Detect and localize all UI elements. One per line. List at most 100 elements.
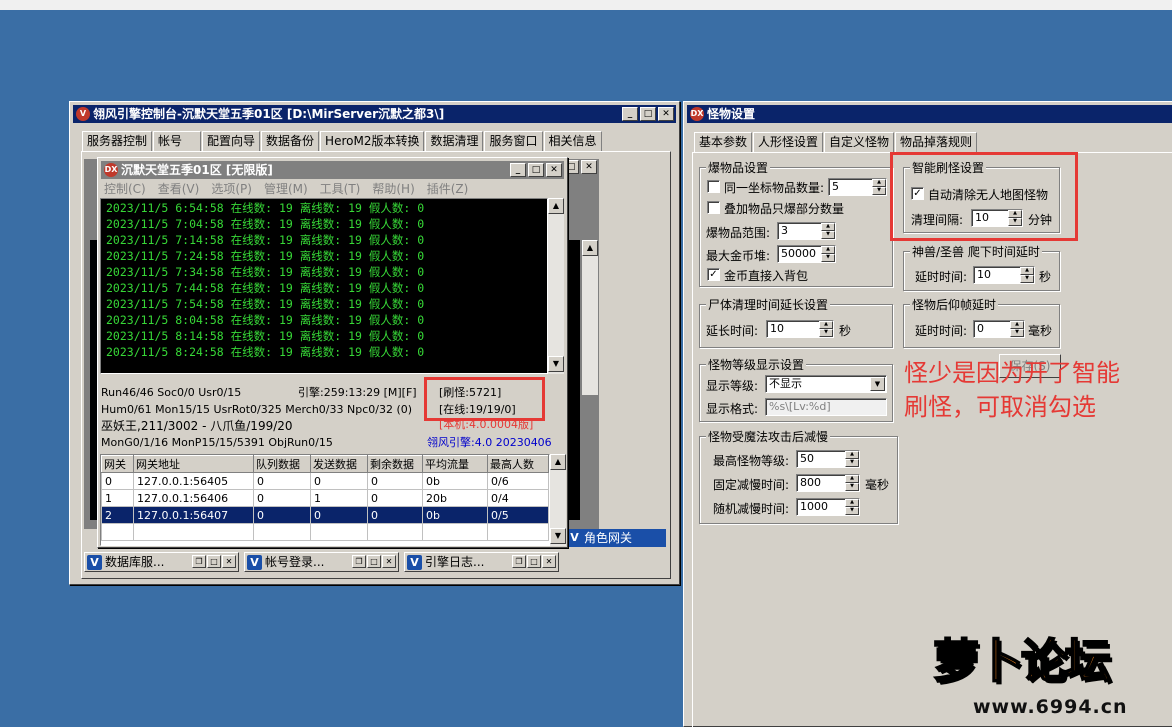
cell: 0b: [422, 506, 488, 524]
spinner[interactable]: ▲ ▼: [845, 451, 859, 467]
server-window-title: 沉默天堂五季01区 [无限版]: [121, 163, 273, 177]
tab-data-backup[interactable]: 数据备份: [261, 131, 320, 151]
scroll-down-arrow[interactable]: ▼: [550, 528, 566, 544]
table-scrollbar[interactable]: ▲ ▼: [550, 454, 566, 546]
scroll-up-arrow[interactable]: ▲: [548, 198, 564, 214]
same-coord-input[interactable]: 5 ▲ ▼: [828, 178, 887, 196]
gold-to-bag-checkbox[interactable]: ✓: [707, 268, 720, 281]
restore-icon[interactable]: ❐: [512, 555, 526, 568]
menu-control[interactable]: 控制(C): [104, 180, 146, 197]
maximize-button[interactable]: □: [640, 107, 656, 121]
table-row[interactable]: 1 127.0.0.1:56406 0 1 0 20b 0/4: [101, 489, 549, 507]
restore-icon[interactable]: ❐: [352, 555, 366, 568]
menu-tools[interactable]: 工具(T): [320, 180, 361, 197]
table-row-empty: [101, 523, 549, 541]
col-sent[interactable]: 发送数据: [310, 455, 368, 473]
col-remaining[interactable]: 剩余数据: [367, 455, 423, 473]
beast-delay-input[interactable]: 10 ▲ ▼: [973, 266, 1035, 284]
server-window-titlebar[interactable]: DX 沉默天堂五季01区 [无限版] _ □ ✕: [101, 161, 564, 179]
minimize-button[interactable]: _: [622, 107, 638, 121]
cell: 2: [101, 506, 134, 524]
stack-only-checkbox[interactable]: [707, 201, 720, 214]
bg-scroll-up[interactable]: ▲: [582, 240, 598, 256]
tab-drop-rules[interactable]: 物品掉落规则: [895, 132, 978, 152]
maximize-button[interactable]: □: [528, 163, 544, 177]
tab-config-wizard[interactable]: 配置向导: [202, 131, 261, 151]
status-line1-left: Run46/46 Soc0/0 Usr0/15: [101, 386, 242, 399]
tab-server-control[interactable]: 服务器控制: [82, 131, 153, 151]
tab-custom-monster[interactable]: 自定义怪物: [824, 132, 895, 152]
log-line: 2023/11/5 7:44:58 在线数: 19 离线数: 19 假人数: 0: [106, 281, 425, 295]
col-max-users[interactable]: 最高人数: [487, 455, 549, 473]
format-input[interactable]: %s\[Lv:%d]: [765, 398, 887, 416]
col-address[interactable]: 网关地址: [133, 455, 254, 473]
scroll-up-arrow[interactable]: ▲: [550, 454, 566, 470]
task-account-login[interactable]: V 帐号登录... ❐ □ ✕: [244, 552, 399, 572]
task-db-server[interactable]: V 数据库服... ❐ □ ✕: [84, 552, 239, 572]
col-gateway[interactable]: 网关: [101, 455, 134, 473]
same-coord-label: 同一坐标物品数量:: [724, 181, 825, 195]
spinner[interactable]: ▲ ▼: [1020, 267, 1034, 283]
tab-data-cleanup[interactable]: 数据清理: [425, 131, 484, 151]
task-engine-log[interactable]: V 引擎日志... ❐ □ ✕: [404, 552, 559, 572]
minimize-button[interactable]: _: [510, 163, 526, 177]
tab-herom2-convert[interactable]: HeroM2版本转换: [320, 131, 425, 151]
fixed-slow-input[interactable]: 800 ▲ ▼: [796, 474, 860, 492]
spinner[interactable]: ▲ ▼: [845, 499, 859, 515]
cell: 0: [310, 506, 368, 524]
show-level-select[interactable]: 不显示 ▼: [765, 375, 887, 393]
menu-plugins[interactable]: 插件(Z): [427, 180, 469, 197]
close-button[interactable]: ✕: [658, 107, 674, 121]
range-input[interactable]: 3 ▲ ▼: [777, 222, 836, 240]
monster-settings-titlebar[interactable]: DX 怪物设置: [687, 105, 1172, 123]
maximize-icon[interactable]: □: [367, 555, 381, 568]
tab-humanoid-monster[interactable]: 人形怪设置: [753, 132, 824, 152]
tab-related-info[interactable]: 相关信息: [543, 131, 602, 151]
spinner[interactable]: ▲ ▼: [821, 223, 835, 239]
menu-options[interactable]: 选项(P): [211, 180, 252, 197]
maximize-icon[interactable]: □: [207, 555, 221, 568]
drop-settings-group: 爆物品设置 同一坐标物品数量: 5 ▲ ▼ 叠加物品只爆部分数量 爆物品范围: 3…: [699, 159, 893, 287]
spinner[interactable]: ▲ ▼: [819, 321, 833, 337]
tab-account[interactable]: 帐号: [153, 131, 202, 151]
gateway-table: 网关 网关地址 队列数据 发送数据 剩余数据 平均流量 最高人数 0 127.0…: [101, 455, 549, 541]
close-icon[interactable]: ✕: [222, 555, 236, 568]
backflip-delay-input[interactable]: 0 ▲ ▼: [973, 320, 1025, 338]
log-line: 2023/11/5 7:24:58 在线数: 19 离线数: 19 假人数: 0: [106, 249, 425, 263]
v-icon: V: [247, 555, 262, 570]
tab-basic-params[interactable]: 基本参数: [694, 132, 753, 153]
menu-help[interactable]: 帮助(H): [372, 180, 414, 197]
tab-service-window[interactable]: 服务窗口: [484, 131, 543, 152]
random-slow-input[interactable]: 1000 ▲ ▼: [796, 498, 860, 516]
col-queue[interactable]: 队列数据: [253, 455, 311, 473]
spinner[interactable]: ▲ ▼: [821, 246, 835, 262]
menu-manage[interactable]: 管理(M): [264, 180, 308, 197]
close-icon[interactable]: ✕: [542, 555, 556, 568]
background-scrollbar[interactable]: ▲: [582, 240, 598, 395]
same-coord-checkbox[interactable]: [707, 180, 720, 193]
close-icon[interactable]: ✕: [382, 555, 396, 568]
col-avg-traffic[interactable]: 平均流量: [422, 455, 488, 473]
max-level-input[interactable]: 50 ▲ ▼: [796, 450, 860, 468]
spinner[interactable]: ▲ ▼: [872, 179, 886, 195]
bg-close-button[interactable]: ✕: [581, 160, 597, 174]
max-gold-input[interactable]: 50000 ▲ ▼: [777, 245, 836, 263]
scroll-down-arrow[interactable]: ▼: [548, 356, 564, 372]
log-scrollbar[interactable]: ▲ ▼: [548, 198, 564, 374]
spinner[interactable]: ▲ ▼: [1010, 321, 1024, 337]
chevron-down-icon[interactable]: ▼: [870, 377, 885, 391]
corpse-delay-input[interactable]: 10 ▲ ▼: [766, 320, 834, 338]
cell: 0: [253, 506, 311, 524]
group-label: 怪物受魔法攻击后减慢: [706, 428, 831, 445]
table-row[interactable]: 0 127.0.0.1:56405 0 0 0 0b 0/6: [101, 472, 549, 490]
main-window-titlebar[interactable]: V 翎风引擎控制台-沉默天堂五季01区 [D:\MirServer沉默之都3\]…: [73, 105, 676, 123]
close-button[interactable]: ✕: [546, 163, 562, 177]
table-row-selected[interactable]: 2 127.0.0.1:56407 0 0 0 0b 0/5: [101, 506, 549, 524]
spinner[interactable]: ▲ ▼: [845, 475, 859, 491]
maximize-icon[interactable]: □: [527, 555, 541, 568]
backflip-delay-label: 延时时间:: [915, 324, 968, 338]
restore-icon[interactable]: ❐: [192, 555, 206, 568]
random-slow-label: 随机减慢时间:: [713, 502, 790, 516]
task-controls: ❐ □ ✕: [192, 555, 236, 568]
menu-view[interactable]: 查看(V): [158, 180, 200, 197]
